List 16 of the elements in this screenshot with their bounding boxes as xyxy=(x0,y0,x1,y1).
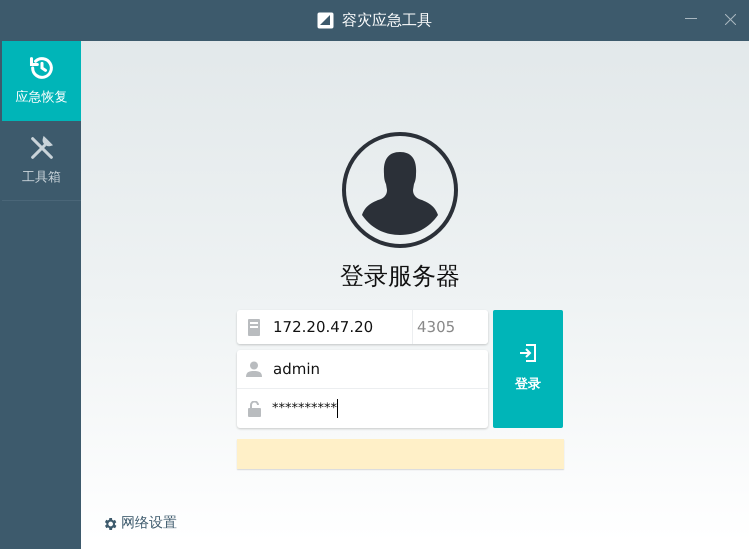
logo-icon xyxy=(317,12,334,29)
minimize-icon[interactable] xyxy=(685,18,697,20)
user-avatar-icon xyxy=(342,132,458,248)
lock-icon xyxy=(248,400,261,416)
password-field[interactable]: ********** xyxy=(237,389,488,428)
port-field[interactable]: 4305 xyxy=(412,310,488,344)
sign-in-icon xyxy=(519,343,537,364)
gear-icon xyxy=(102,516,118,532)
close-icon[interactable] xyxy=(725,14,736,25)
login-title: 登录服务器 xyxy=(340,261,460,292)
window-title: 容灾应急工具 xyxy=(342,10,432,32)
user-icon xyxy=(246,361,262,377)
username-field[interactable]: admin xyxy=(237,350,488,389)
server-icon xyxy=(248,318,260,336)
server-field[interactable]: 172.20.47.20 xyxy=(237,310,412,344)
network-settings-link[interactable]: 网络设置 xyxy=(102,513,177,534)
